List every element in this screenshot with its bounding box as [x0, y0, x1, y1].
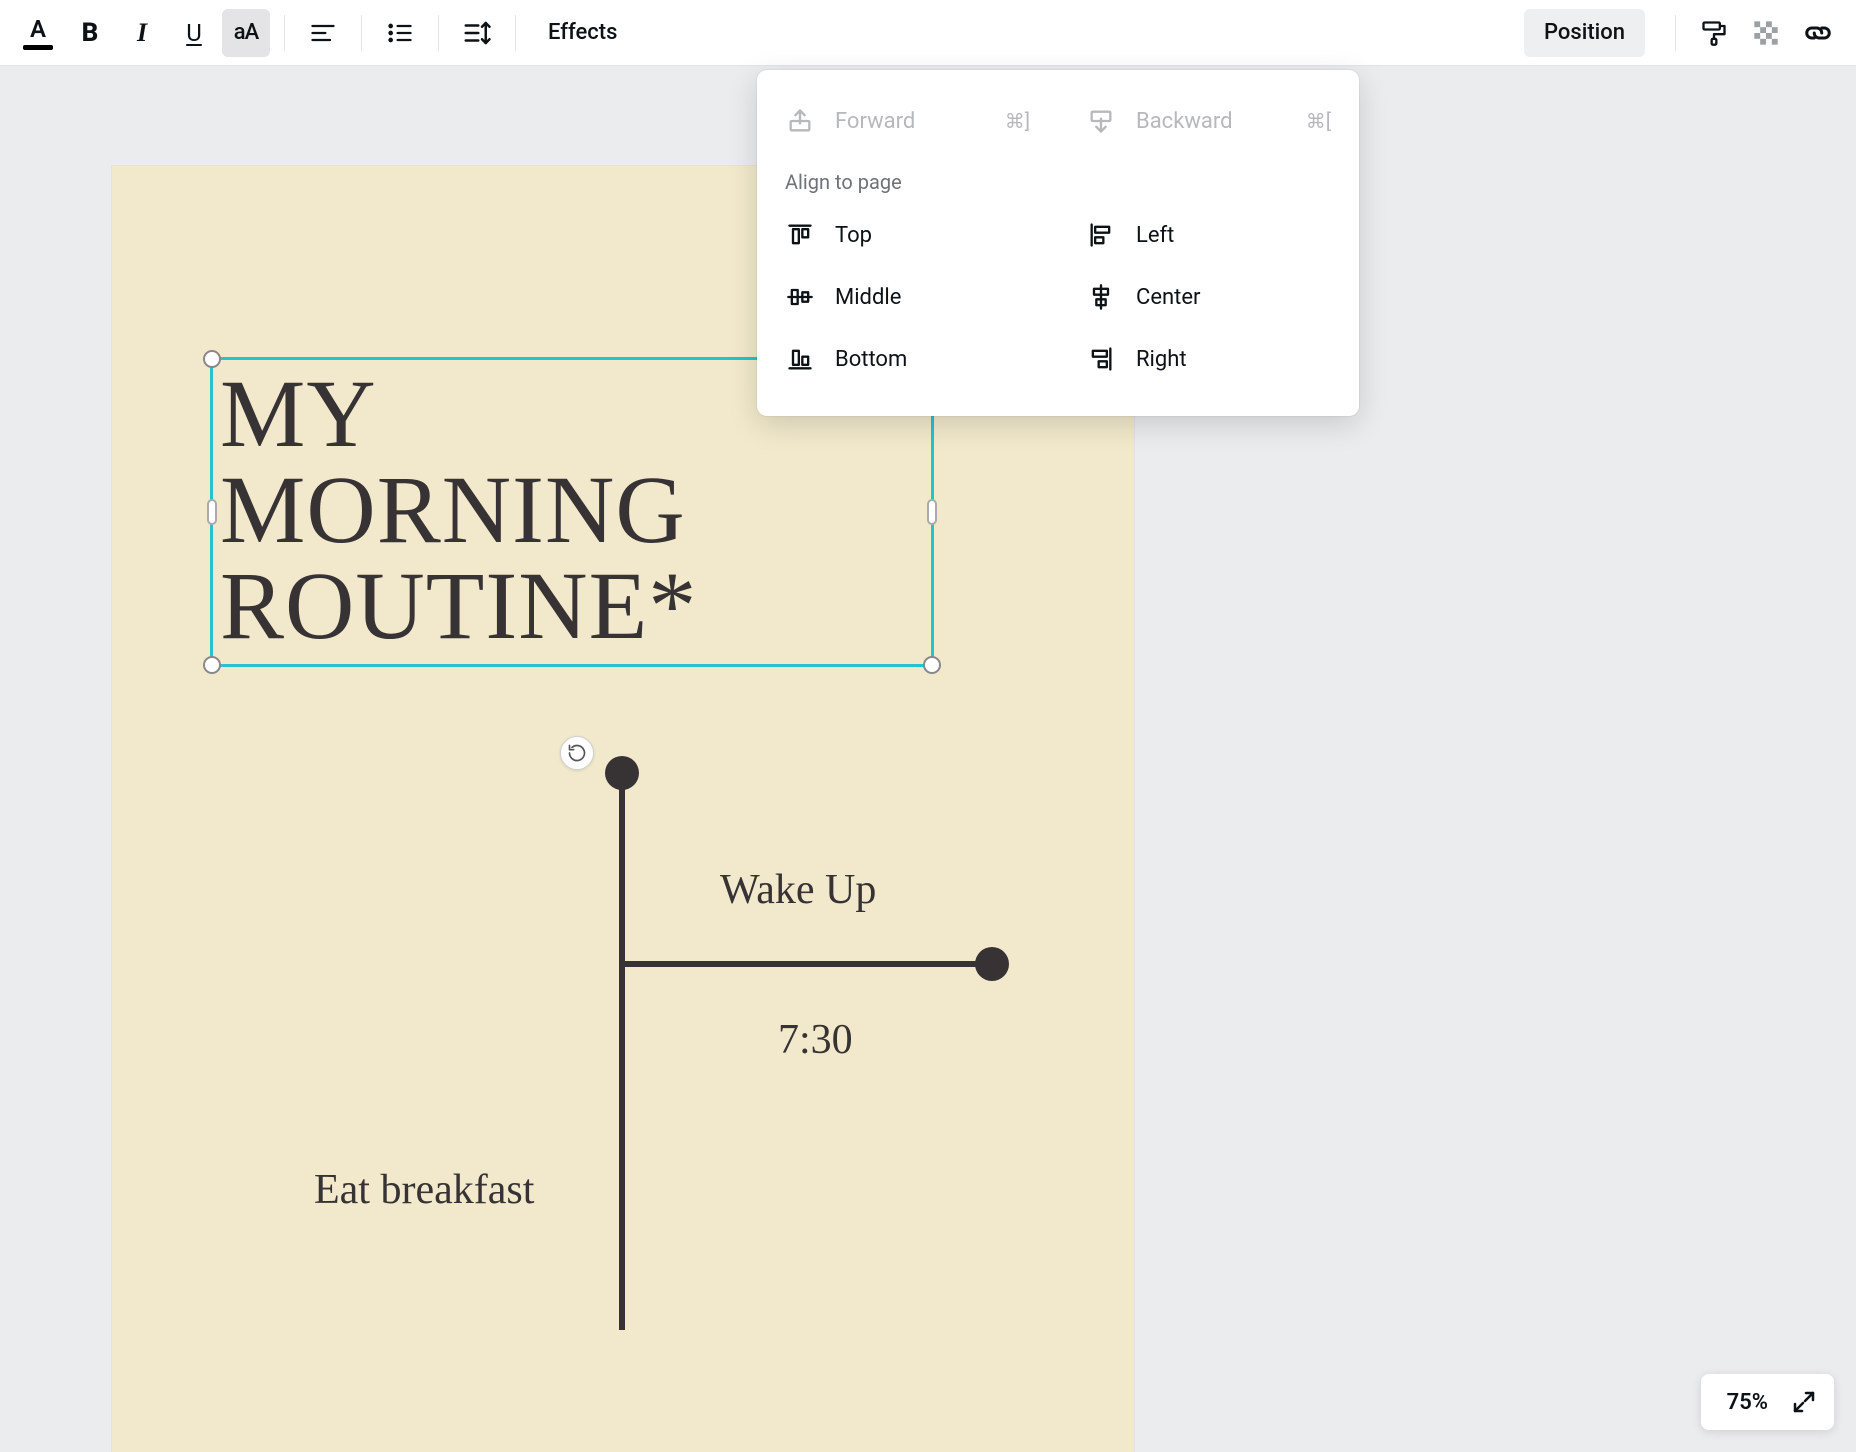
underline-icon: U	[186, 19, 202, 47]
spacing-button[interactable]	[453, 9, 501, 57]
align-middle-icon	[785, 283, 815, 311]
menu-backward-label: Backward	[1136, 109, 1233, 134]
transparency-icon	[1752, 19, 1780, 47]
link-icon	[1803, 18, 1833, 48]
align-top-icon	[785, 221, 815, 249]
menu-forward: Forward ⌘]	[757, 90, 1058, 152]
text-color-icon: A	[23, 15, 53, 50]
italic-button[interactable]: I	[118, 9, 166, 57]
case-icon: aA	[234, 20, 258, 45]
menu-forward-label: Forward	[835, 109, 915, 134]
toolbar-separator	[361, 15, 362, 51]
spacing-icon	[462, 18, 492, 48]
breakfast-label[interactable]: Eat breakfast	[314, 1166, 534, 1214]
list-icon	[386, 19, 414, 47]
align-right-icon	[1086, 345, 1116, 373]
toolbar-separator	[515, 15, 516, 51]
timeline-graphic[interactable]	[619, 756, 1019, 1356]
effects-label: Effects	[548, 20, 617, 45]
menu-align-center-label: Center	[1136, 285, 1200, 310]
text-align-button[interactable]	[299, 9, 347, 57]
menu-align-middle-label: Middle	[835, 285, 901, 310]
transparency-button[interactable]	[1742, 9, 1790, 57]
menu-align-right-label: Right	[1136, 347, 1187, 372]
paint-roller-icon	[1700, 19, 1728, 47]
fullscreen-icon[interactable]	[1792, 1390, 1816, 1414]
menu-align-middle[interactable]: Middle	[757, 266, 1058, 328]
send-backward-icon	[1086, 107, 1116, 135]
menu-align-bottom-label: Bottom	[835, 347, 907, 372]
menu-align-right[interactable]: Right	[1058, 328, 1359, 390]
menu-forward-shortcut: ⌘]	[1005, 109, 1030, 133]
position-dropdown: Forward ⌘] Backward ⌘[ Align to page Top	[757, 70, 1359, 416]
top-toolbar: A B I U aA	[0, 0, 1856, 66]
align-center-icon	[1086, 283, 1116, 311]
menu-backward: Backward ⌘[	[1058, 90, 1359, 152]
align-left-icon	[1086, 221, 1116, 249]
align-bottom-icon	[785, 345, 815, 373]
bold-icon: B	[82, 18, 99, 48]
align-section-label: Align to page	[757, 152, 1359, 204]
text-color-button[interactable]: A	[14, 9, 62, 57]
link-button[interactable]	[1794, 9, 1842, 57]
zoom-value: 75%	[1727, 1390, 1768, 1415]
italic-icon: I	[137, 18, 147, 48]
menu-align-bottom[interactable]: Bottom	[757, 328, 1058, 390]
menu-align-center[interactable]: Center	[1058, 266, 1359, 328]
effects-button[interactable]: Effects	[530, 9, 635, 57]
menu-align-top[interactable]: Top	[757, 204, 1058, 266]
position-label: Position	[1544, 20, 1625, 45]
rotate-icon	[567, 743, 587, 763]
menu-align-top-label: Top	[835, 223, 872, 248]
bring-forward-icon	[785, 107, 815, 135]
case-button[interactable]: aA	[222, 9, 270, 57]
menu-align-left-label: Left	[1136, 223, 1174, 248]
rotate-handle[interactable]	[560, 736, 594, 770]
text-align-icon	[309, 19, 337, 47]
copy-style-button[interactable]	[1690, 9, 1738, 57]
menu-align-left[interactable]: Left	[1058, 204, 1359, 266]
toolbar-separator	[438, 15, 439, 51]
position-button[interactable]: Position	[1524, 9, 1645, 57]
bold-button[interactable]: B	[66, 9, 114, 57]
list-button[interactable]	[376, 9, 424, 57]
toolbar-separator	[284, 15, 285, 51]
menu-backward-shortcut: ⌘[	[1306, 109, 1331, 133]
zoom-control[interactable]: 75%	[1701, 1374, 1834, 1430]
toolbar-separator	[1675, 15, 1676, 51]
underline-button[interactable]: U	[170, 9, 218, 57]
